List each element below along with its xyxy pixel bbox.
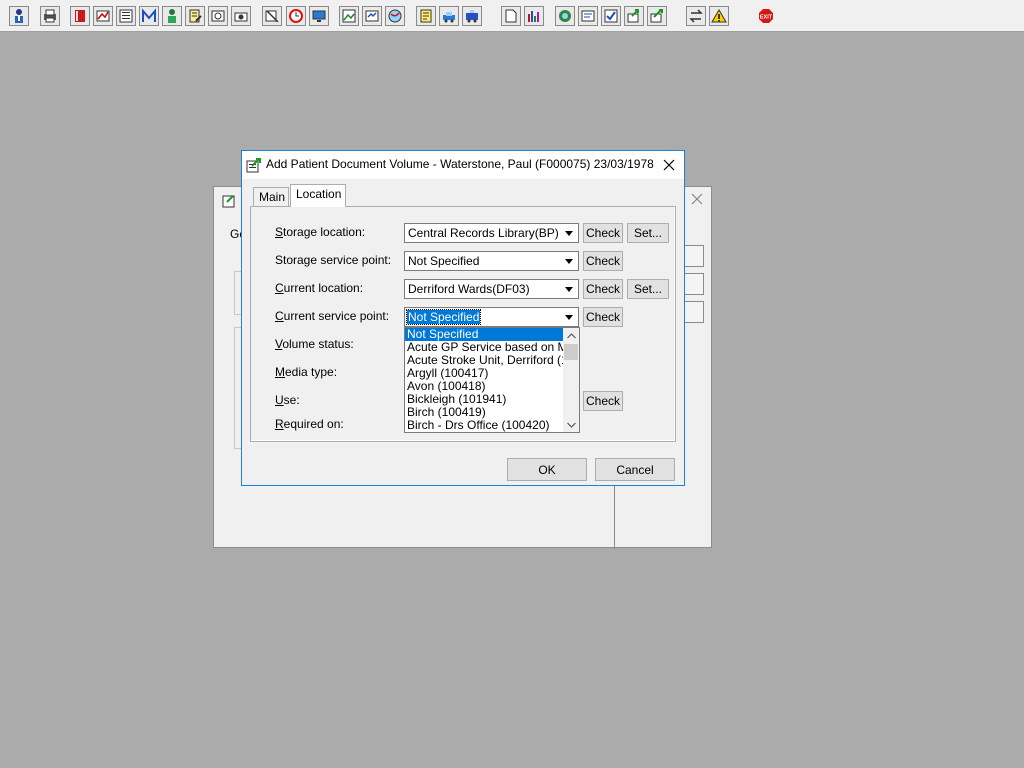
doctor-icon[interactable] [162,6,182,26]
check-icon[interactable] [601,6,621,26]
note-icon[interactable] [416,6,436,26]
globe-icon[interactable] [385,6,405,26]
ambulance-icon[interactable] [462,6,482,26]
chevron-up-icon[interactable] [563,328,579,343]
tab-main[interactable]: Main [253,187,289,207]
current-location-label: Current location: [275,281,364,295]
list-item[interactable]: Acute GP Service based on MAU [405,341,564,354]
use-label: Use: [275,393,300,407]
card-icon[interactable] [362,6,382,26]
current-service-point-check-button[interactable]: Check [583,307,623,327]
background-close-icon[interactable] [689,191,705,207]
ok-button[interactable]: OK [507,458,587,481]
list-item[interactable]: Birch (100419) [405,406,564,419]
use-check-button[interactable]: Check [583,391,623,411]
document-edit-icon[interactable] [185,6,205,26]
background-button[interactable] [684,245,704,267]
storage-location-combo[interactable]: Central Records Library(BP) [404,223,579,243]
scan-icon[interactable] [208,6,228,26]
clock-icon[interactable] [286,6,306,26]
bar-chart-icon[interactable] [524,6,544,26]
storage-service-point-check-button[interactable]: Check [583,251,623,271]
tab-location[interactable]: Location [290,184,346,207]
green-swap-icon[interactable] [647,6,667,26]
current-service-point-value: Not Specified [405,309,482,325]
dialog-titlebar[interactable]: Add Patient Document Volume - Waterstone… [242,151,684,179]
storage-location-value: Central Records Library(BP) [408,226,559,240]
location-tab-panel: Storage location: Central Records Librar… [250,206,676,442]
main-toolbar: EXIT [0,0,1024,32]
list-item[interactable]: Birch - Drs Office (100420) [405,419,564,432]
monitor-icon[interactable] [309,6,329,26]
m-icon[interactable] [139,6,159,26]
book-icon[interactable] [70,6,90,26]
no-entry-icon[interactable] [262,6,282,26]
camera-icon[interactable] [231,6,251,26]
list-item[interactable]: Not Specified [405,328,564,341]
background-button[interactable] [684,273,704,295]
chevron-down-icon[interactable] [561,253,577,269]
storage-location-set-button[interactable]: Set... [627,223,669,243]
document-volume-icon [246,158,261,173]
required-on-label: Required on: [275,417,344,431]
add-patient-document-volume-dialog: Add Patient Document Volume - Waterstone… [241,150,685,486]
current-service-point-dropdown-list[interactable]: Not Specified Acute GP Service based on … [404,327,580,433]
list-icon[interactable] [116,6,136,26]
exit-icon[interactable]: EXIT [756,6,776,26]
network-icon[interactable] [555,6,575,26]
green-arrow-icon[interactable] [624,6,644,26]
current-service-point-combo[interactable]: Not Specified [404,307,579,327]
storage-service-point-value: Not Specified [408,254,480,268]
current-location-check-button[interactable]: Check [583,279,623,299]
car-icon[interactable] [439,6,459,26]
dropdown-scrollbar[interactable] [563,328,579,432]
close-icon[interactable] [660,156,678,174]
warning-icon[interactable] [709,6,729,26]
chart-icon[interactable] [93,6,113,26]
exit-label: EXIT [760,15,773,21]
scrollbar-thumb[interactable] [564,344,578,360]
chevron-down-icon[interactable] [561,225,577,241]
current-location-combo[interactable]: Derriford Wards(DF03) [404,279,579,299]
media-type-label: Media type: [275,365,338,379]
chevron-down-icon[interactable] [563,417,579,432]
background-button[interactable] [684,301,704,323]
current-location-value: Derriford Wards(DF03) [408,282,530,296]
chevron-down-icon[interactable] [561,309,577,325]
window-icon [222,195,235,208]
list-item[interactable]: Avon (100418) [405,380,564,393]
storage-location-check-button[interactable]: Check [583,223,623,243]
page-icon[interactable] [501,6,521,26]
printer-icon[interactable] [40,6,60,26]
list-item[interactable]: Argyll (100417) [405,367,564,380]
storage-service-point-label: Storage service point: [275,253,392,267]
list-item[interactable]: Bickleigh (101941) [405,393,564,406]
form-icon[interactable] [578,6,598,26]
person-icon[interactable] [9,6,29,26]
current-location-set-button[interactable]: Set... [627,279,669,299]
current-service-point-label: Current service point: [275,309,390,323]
chevron-down-icon[interactable] [561,281,577,297]
cancel-button[interactable]: Cancel [595,458,675,481]
list-item[interactable]: Acute Stroke Unit, Derriford (101 [405,354,564,367]
storage-service-point-combo[interactable]: Not Specified [404,251,579,271]
volume-status-label: Volume status: [275,337,354,351]
dialog-title: Add Patient Document Volume - Waterstone… [266,157,654,171]
storage-location-label: Storage location: [275,225,366,239]
image-icon[interactable] [339,6,359,26]
swap-icon[interactable] [686,6,706,26]
